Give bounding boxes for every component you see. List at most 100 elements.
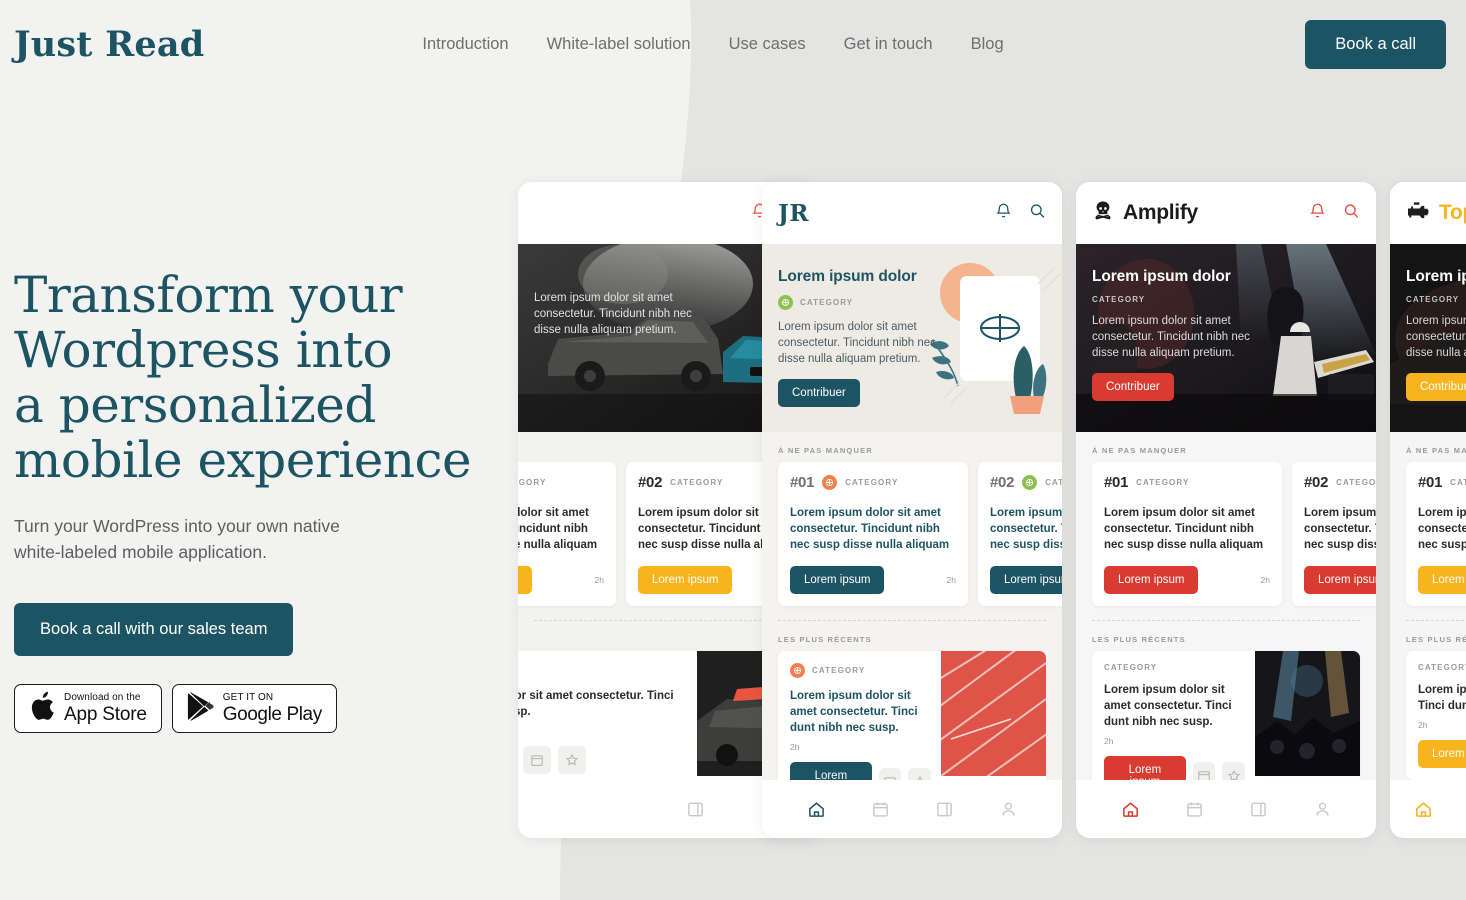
phone-jr-brand-label: JR — [778, 199, 809, 227]
phone-amplify-contribute-button[interactable]: Contribuer — [1092, 373, 1174, 401]
category-label: CATEGORY — [1092, 295, 1146, 304]
phone-amplify-hero: Lorem ipsum dolor CATEGORY Lorem ipsum d… — [1076, 244, 1376, 432]
phone-jr-featured-card-2[interactable]: #02 CATEGORY Lorem ipsum dolor sit amet … — [978, 462, 1062, 606]
recent-card-time: 2h — [1104, 736, 1114, 746]
card-time: 2h — [1260, 575, 1270, 585]
card-title: Lorem ipsum dolor sit amet consectetur. … — [990, 507, 1062, 551]
phone-top-featured-card-1[interactable]: #01 CATEGORY Lorem ipsum dolor sit amet … — [1406, 462, 1466, 606]
google-play-badge[interactable]: GET IT ON Google Play — [171, 684, 337, 733]
phone-racing-recent-card[interactable]: CATEGORY Lorem ipsum dolor sit amet cons… — [518, 651, 802, 786]
phone-top-recent-card[interactable]: CATEGORY Lorem ipsum dolor sit amet cons… — [1406, 651, 1466, 780]
phone-amplify-brand: Amplify — [1092, 200, 1198, 227]
category-label: CATEGORY — [1045, 478, 1062, 487]
phone-top-section-label-recent: LES PLUS RÉCENTS — [1406, 635, 1466, 644]
category-label: CATEGORY — [1406, 295, 1460, 304]
category-label: CATEGORY — [1418, 663, 1466, 672]
nav-calendar-icon[interactable] — [1185, 800, 1204, 819]
nav-calendar-icon[interactable] — [871, 800, 890, 819]
category-label: CATEGORY — [812, 666, 866, 675]
phone-top-featured-section: À NE PAS MANQUER #01 CATEGORY Lorem ipsu… — [1390, 432, 1466, 621]
card-title: Lorem ipsum dolor sit amet consectetur. … — [1104, 507, 1264, 551]
category-icon — [822, 475, 838, 490]
phone-top-header: Top — [1390, 182, 1466, 244]
card-action-button[interactable]: Lorem ipsum — [638, 566, 733, 594]
hero-title-line-3: a personalized — [14, 376, 376, 434]
phone-top-brand-label: Top — [1439, 201, 1466, 224]
engine-icon — [1406, 201, 1430, 226]
phone-amplify-featured-card-2[interactable]: #02 CATEGORY Lorem ipsum dolor sit amet … — [1292, 462, 1376, 606]
nav-home-icon[interactable] — [1121, 800, 1140, 819]
bell-icon[interactable] — [995, 202, 1012, 225]
phone-top-hero: Lorem ipsum dolor CATEGORY Lorem ipsum d… — [1390, 244, 1466, 432]
site-header: Just Read Introduction White-label solut… — [0, 0, 1466, 88]
category-label: CATEGORY — [800, 298, 854, 307]
main-navigation: Introduction White-label solution Use ca… — [422, 35, 1003, 54]
phone-racing-hero-body: Lorem ipsum dolor sit amet consectetur. … — [534, 292, 692, 336]
phone-jr-brand: JR — [778, 200, 809, 227]
recent-card-time: 2h — [790, 742, 800, 752]
star-icon[interactable] — [558, 746, 587, 774]
search-icon[interactable] — [1029, 202, 1046, 225]
store-badges: Download on the App Store GET IT ON Goog… — [14, 684, 534, 733]
phone-top-contribute-button[interactable]: Contribuer — [1406, 373, 1466, 401]
category-label: CATEGORY — [1136, 478, 1190, 487]
hero-cta-button[interactable]: Book a call with our sales team — [14, 603, 294, 656]
phone-jr-featured-section: À NE PAS MANQUER #01 CATEGORY Lorem ipsu… — [762, 432, 1062, 621]
card-action-button[interactable]: Lorem ipsum — [1104, 566, 1199, 594]
nav-book-icon[interactable] — [935, 800, 954, 819]
card-action-button[interactable]: Lorem ipsum — [1418, 566, 1466, 594]
category-label: CATEGORY — [1336, 478, 1376, 487]
phone-jr-section-label-featured: À NE PAS MANQUER — [778, 446, 873, 455]
category-icon — [790, 663, 805, 678]
nav-item-use-cases[interactable]: Use cases — [729, 35, 806, 54]
nav-item-white-label-solution[interactable]: White-label solution — [547, 35, 691, 54]
nav-person-icon[interactable] — [1313, 800, 1332, 819]
card-action-button[interactable]: Lorem ipsum — [790, 566, 885, 594]
rank-label: #01 — [790, 474, 815, 491]
rank-label: #01 — [1104, 474, 1129, 491]
phone-jr-section-label-recent: LES PLUS RÉCENTS — [778, 635, 872, 644]
nav-person-icon[interactable] — [999, 800, 1018, 819]
book-a-call-button[interactable]: Book a call — [1305, 19, 1446, 69]
site-logo[interactable]: Just Read — [14, 24, 204, 65]
search-icon[interactable] — [1343, 202, 1360, 225]
phone-amplify-featured-card-1[interactable]: #01 CATEGORY Lorem ipsum dolor sit amet … — [1092, 462, 1282, 606]
hero-title-line-1: Transform your — [14, 266, 403, 324]
card-time: 2h — [594, 575, 604, 585]
category-label: CATEGORY — [845, 478, 899, 487]
phone-jr-hero-title: Lorem ipsum dolor — [778, 268, 917, 285]
nav-item-introduction[interactable]: Introduction — [422, 35, 508, 54]
card-action-button[interactable]: Lorem ipsum — [990, 566, 1062, 594]
rank-label: #02 — [990, 474, 1015, 491]
recent-card-title: Lorem ipsum dolor sit amet consectetur. … — [1418, 684, 1466, 712]
nav-item-blog[interactable]: Blog — [971, 35, 1004, 54]
app-store-badge-small-text: Download on the — [64, 692, 141, 703]
phone-jr-hero-body: Lorem ipsum dolor sit amet consectetur. … — [778, 321, 936, 365]
app-store-badge[interactable]: Download on the App Store — [14, 684, 162, 733]
nav-book-icon[interactable] — [686, 800, 705, 819]
card-action-button[interactable]: Lorem ipsum — [1304, 566, 1376, 594]
phone-jr-contribute-button[interactable]: Contribuer — [778, 379, 860, 407]
phone-amplify-hero-title: Lorem ipsum dolor — [1092, 268, 1231, 285]
google-play-icon — [187, 691, 214, 726]
nav-home-icon[interactable] — [1414, 800, 1433, 819]
nav-book-icon[interactable] — [1249, 800, 1268, 819]
nav-home-icon[interactable] — [807, 800, 826, 819]
card-title: Lorem ipsum dolor sit amet consectetur. … — [790, 507, 950, 551]
bell-icon[interactable] — [1309, 202, 1326, 225]
recent-action-button[interactable]: Lorem ipsum — [1418, 740, 1466, 768]
phone-jr-featured-card-1[interactable]: #01 CATEGORY Lorem ipsum dolor sit amet … — [778, 462, 968, 606]
nav-item-get-in-touch[interactable]: Get in touch — [844, 35, 933, 54]
recent-card-title: Lorem ipsum dolor sit amet consectetur. … — [518, 690, 674, 718]
recent-card-title: Lorem ipsum dolor sit amet consectetur. … — [790, 690, 918, 734]
phone-jr-bottom-nav — [762, 780, 1062, 838]
category-icon — [1022, 475, 1038, 490]
apple-icon — [29, 691, 55, 727]
skull-icon — [1092, 200, 1114, 227]
phone-amplify: Amplify Lorem ipsum dolor CATEGORY Lorem… — [1076, 182, 1376, 838]
phone-mockups: Lorem ipsum dolor sit amet consectetur. … — [518, 182, 1466, 842]
rank-label: #01 — [1418, 474, 1443, 491]
calendar-icon[interactable] — [523, 746, 552, 774]
hero-title-line-4: mobile experience — [14, 431, 472, 489]
phone-top: Top Lorem ipsum dolor CATEGORY Lorem ips… — [1390, 182, 1466, 838]
